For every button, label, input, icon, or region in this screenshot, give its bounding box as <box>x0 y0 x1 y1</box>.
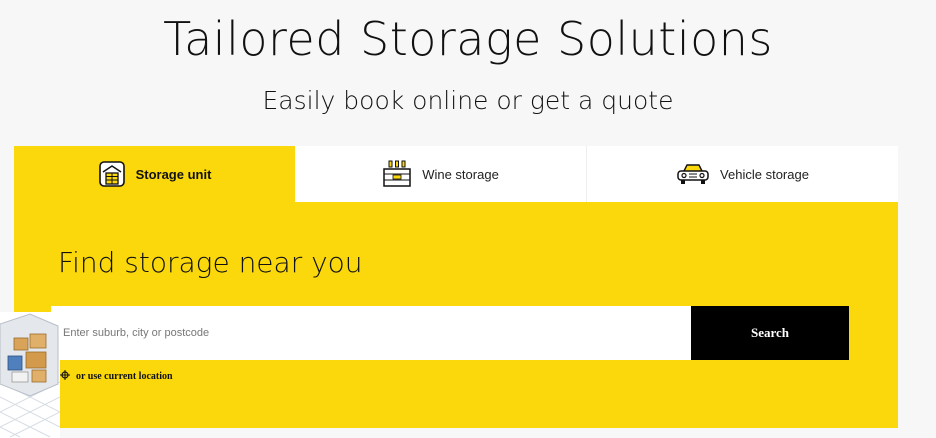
wine-bottles-icon <box>382 159 412 189</box>
storage-boxes-illustration <box>0 312 61 438</box>
storage-type-tabs: Storage unit Wine storage Vehicle storag… <box>14 146 898 202</box>
search-heading: Find storage near you <box>58 246 363 279</box>
tab-vehicle-storage[interactable]: Vehicle storage <box>587 146 898 202</box>
car-icon <box>676 162 710 186</box>
storage-unit-icon <box>98 160 126 188</box>
tab-storage-unit[interactable]: Storage unit <box>14 146 295 202</box>
use-current-location-link[interactable]: or use current location <box>60 370 173 383</box>
page: Tailored Storage Solutions Easily book o… <box>0 0 936 438</box>
location-link-label: or use current location <box>76 371 173 382</box>
tab-wine-storage[interactable]: Wine storage <box>295 146 587 202</box>
search-panel: Find storage near you Search or use curr… <box>14 202 898 428</box>
tab-label: Wine storage <box>422 166 499 182</box>
location-search-input[interactable] <box>51 306 691 360</box>
tab-label: Vehicle storage <box>720 166 809 182</box>
page-subtitle: Easily book online or get a quote <box>262 86 674 115</box>
page-title: Tailored Storage Solutions <box>163 12 773 66</box>
crosshair-icon <box>60 370 70 383</box>
search-button[interactable]: Search <box>691 306 849 360</box>
tab-label: Storage unit <box>135 166 212 182</box>
